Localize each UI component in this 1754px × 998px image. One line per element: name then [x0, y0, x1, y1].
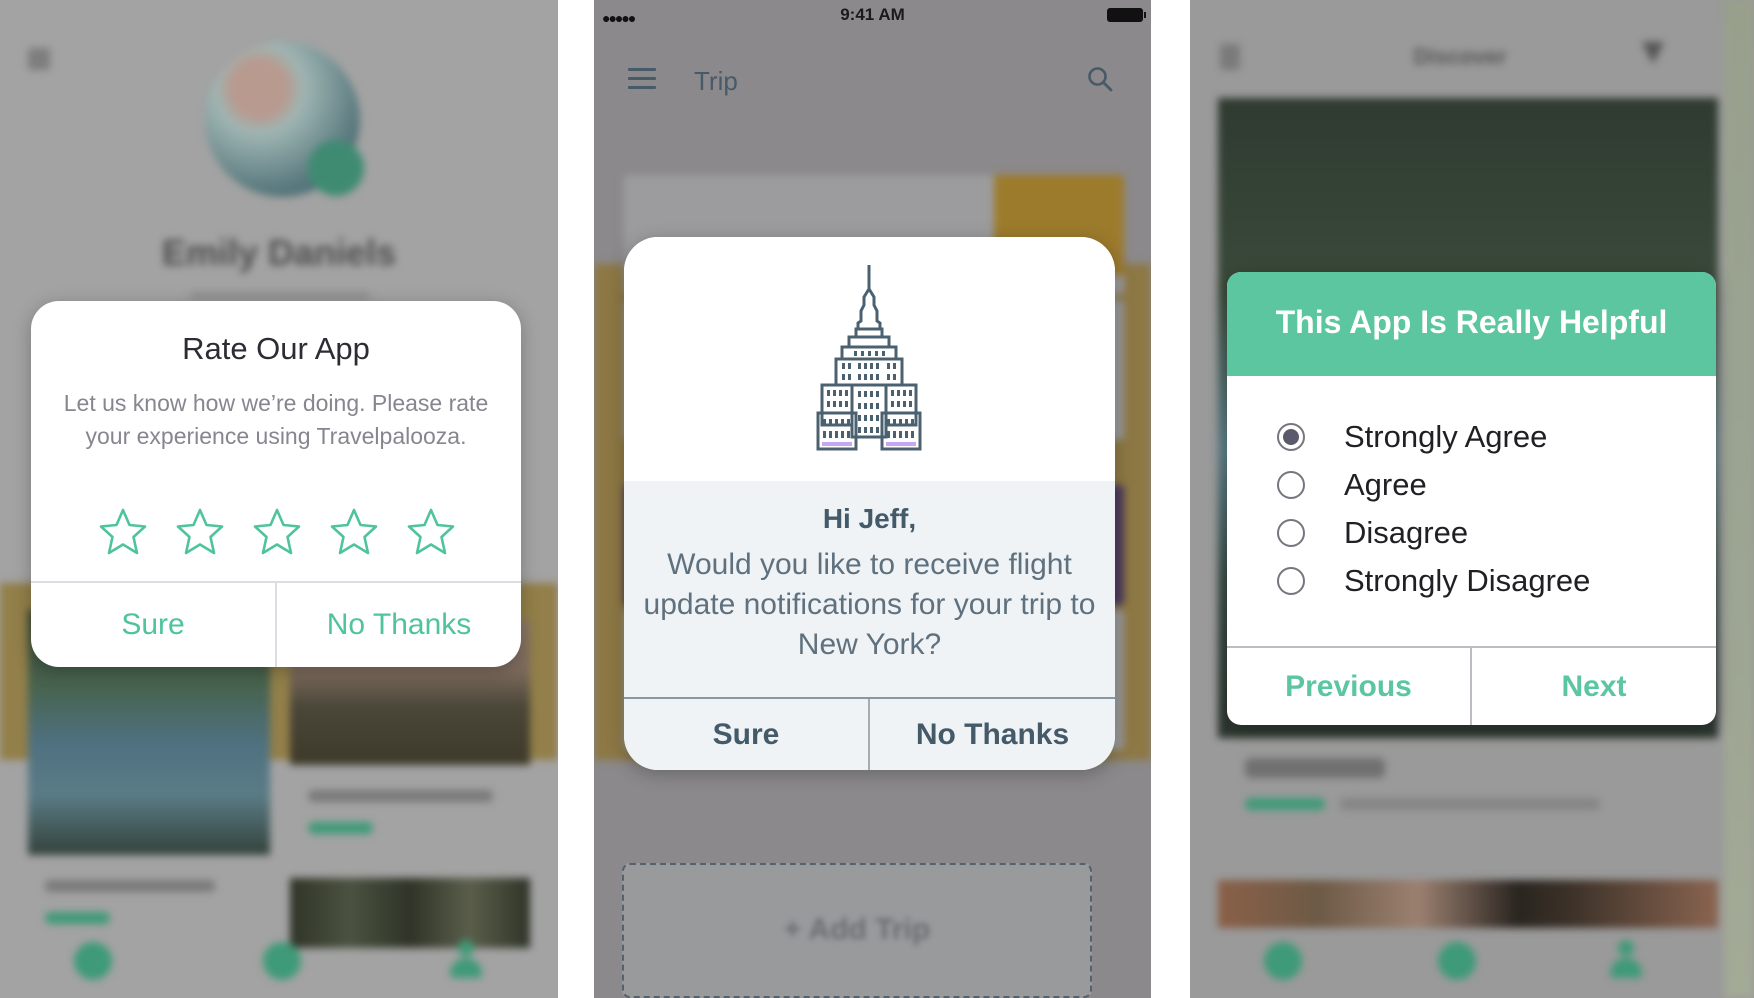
option-strongly-agree[interactable]: Strongly Agree: [1227, 412, 1716, 462]
trip-notification-screen: ●●●●● 9:41 AM Trip + Add Trip Hi Jeff, W…: [594, 0, 1151, 998]
compass-icon[interactable]: [1438, 942, 1476, 980]
dialog-message: Would you like to receive flight update …: [643, 548, 1096, 661]
option-label: Strongly Agree: [1344, 419, 1548, 454]
option-strongly-disagree[interactable]: Strongly Disagree: [1227, 556, 1716, 606]
sure-button[interactable]: Sure: [624, 699, 868, 770]
place-meta: [1340, 798, 1600, 810]
previous-button[interactable]: Previous: [1227, 648, 1470, 725]
no-thanks-button[interactable]: No Thanks: [870, 699, 1115, 770]
star-outline-icon[interactable]: [174, 507, 226, 557]
rate-app-screen: Emily Daniels Rate Our App Let us know h…: [0, 0, 558, 998]
hamburger-menu-icon[interactable]: [628, 68, 656, 95]
rate-app-dialog: Rate Our App Let us know how we’re doing…: [31, 301, 521, 667]
star-outline-icon[interactable]: [251, 507, 303, 557]
profile-icon[interactable]: [1610, 940, 1642, 980]
rating-dots: [45, 912, 110, 924]
status-bar: ●●●●● 9:41 AM: [594, 0, 1151, 32]
survey-screen: Discover This App Is Really Helpful Stro…: [1190, 0, 1754, 998]
dialog-title: This App Is Really Helpful: [1275, 304, 1668, 340]
add-trip-button[interactable]: + Add Trip: [622, 863, 1092, 998]
profile-subtitle: [190, 292, 370, 300]
explore-icon[interactable]: [1264, 942, 1302, 980]
dialog-illustration-area: [624, 237, 1115, 481]
empire-state-building-icon: [816, 265, 922, 451]
menu-icon[interactable]: [28, 48, 50, 70]
dialog-title: Rate Our App: [182, 331, 370, 366]
flight-notification-dialog: Hi Jeff, Would you like to receive fligh…: [624, 237, 1115, 770]
dialog-greeting: Hi Jeff,: [822, 503, 917, 534]
map-edge: [1724, 0, 1754, 998]
search-icon[interactable]: [1087, 66, 1113, 92]
radio-button[interactable]: [1277, 471, 1305, 499]
card-caption: [45, 880, 215, 892]
profile-name: Emily Daniels: [161, 232, 397, 273]
place-card-image[interactable]: [1218, 880, 1718, 928]
card-caption: [308, 790, 493, 802]
dialog-header: This App Is Really Helpful: [1227, 272, 1716, 376]
survey-dialog: This App Is Really Helpful Strongly Agre…: [1227, 272, 1716, 725]
sure-button[interactable]: Sure: [31, 583, 275, 667]
nav-title: Trip: [694, 66, 738, 96]
compass-icon[interactable]: [263, 942, 301, 980]
radio-button[interactable]: [1277, 567, 1305, 595]
place-card-image[interactable]: [290, 878, 530, 948]
profile-icon[interactable]: [450, 940, 482, 980]
star-outline-icon[interactable]: [97, 507, 149, 557]
filter-icon[interactable]: [1642, 42, 1664, 64]
star-outline-icon[interactable]: [405, 507, 457, 557]
explore-icon[interactable]: [74, 942, 112, 980]
rating-dots: [1245, 798, 1325, 810]
next-button[interactable]: Next: [1472, 648, 1716, 725]
battery-full-icon: [1107, 8, 1146, 22]
option-agree[interactable]: Agree: [1227, 460, 1716, 510]
option-label: Strongly Disagree: [1344, 563, 1591, 598]
edit-avatar-button[interactable]: [308, 140, 364, 196]
option-label: Agree: [1344, 467, 1427, 502]
header: Discover: [1190, 0, 1754, 95]
rating-dots: [308, 822, 373, 834]
place-name: [1245, 758, 1385, 778]
radio-button[interactable]: [1277, 519, 1305, 547]
option-label: Disagree: [1344, 515, 1469, 550]
no-thanks-button[interactable]: No Thanks: [277, 583, 521, 667]
radio-button[interactable]: [1277, 423, 1305, 451]
status-time: 9:41 AM: [840, 5, 905, 24]
dialog-message: Let us know how we’re doing. Please rate…: [63, 390, 489, 449]
add-trip-label: + Add Trip: [783, 913, 931, 946]
option-disagree[interactable]: Disagree: [1227, 508, 1716, 558]
star-outline-icon[interactable]: [328, 507, 380, 557]
star-rating[interactable]: [97, 507, 457, 559]
